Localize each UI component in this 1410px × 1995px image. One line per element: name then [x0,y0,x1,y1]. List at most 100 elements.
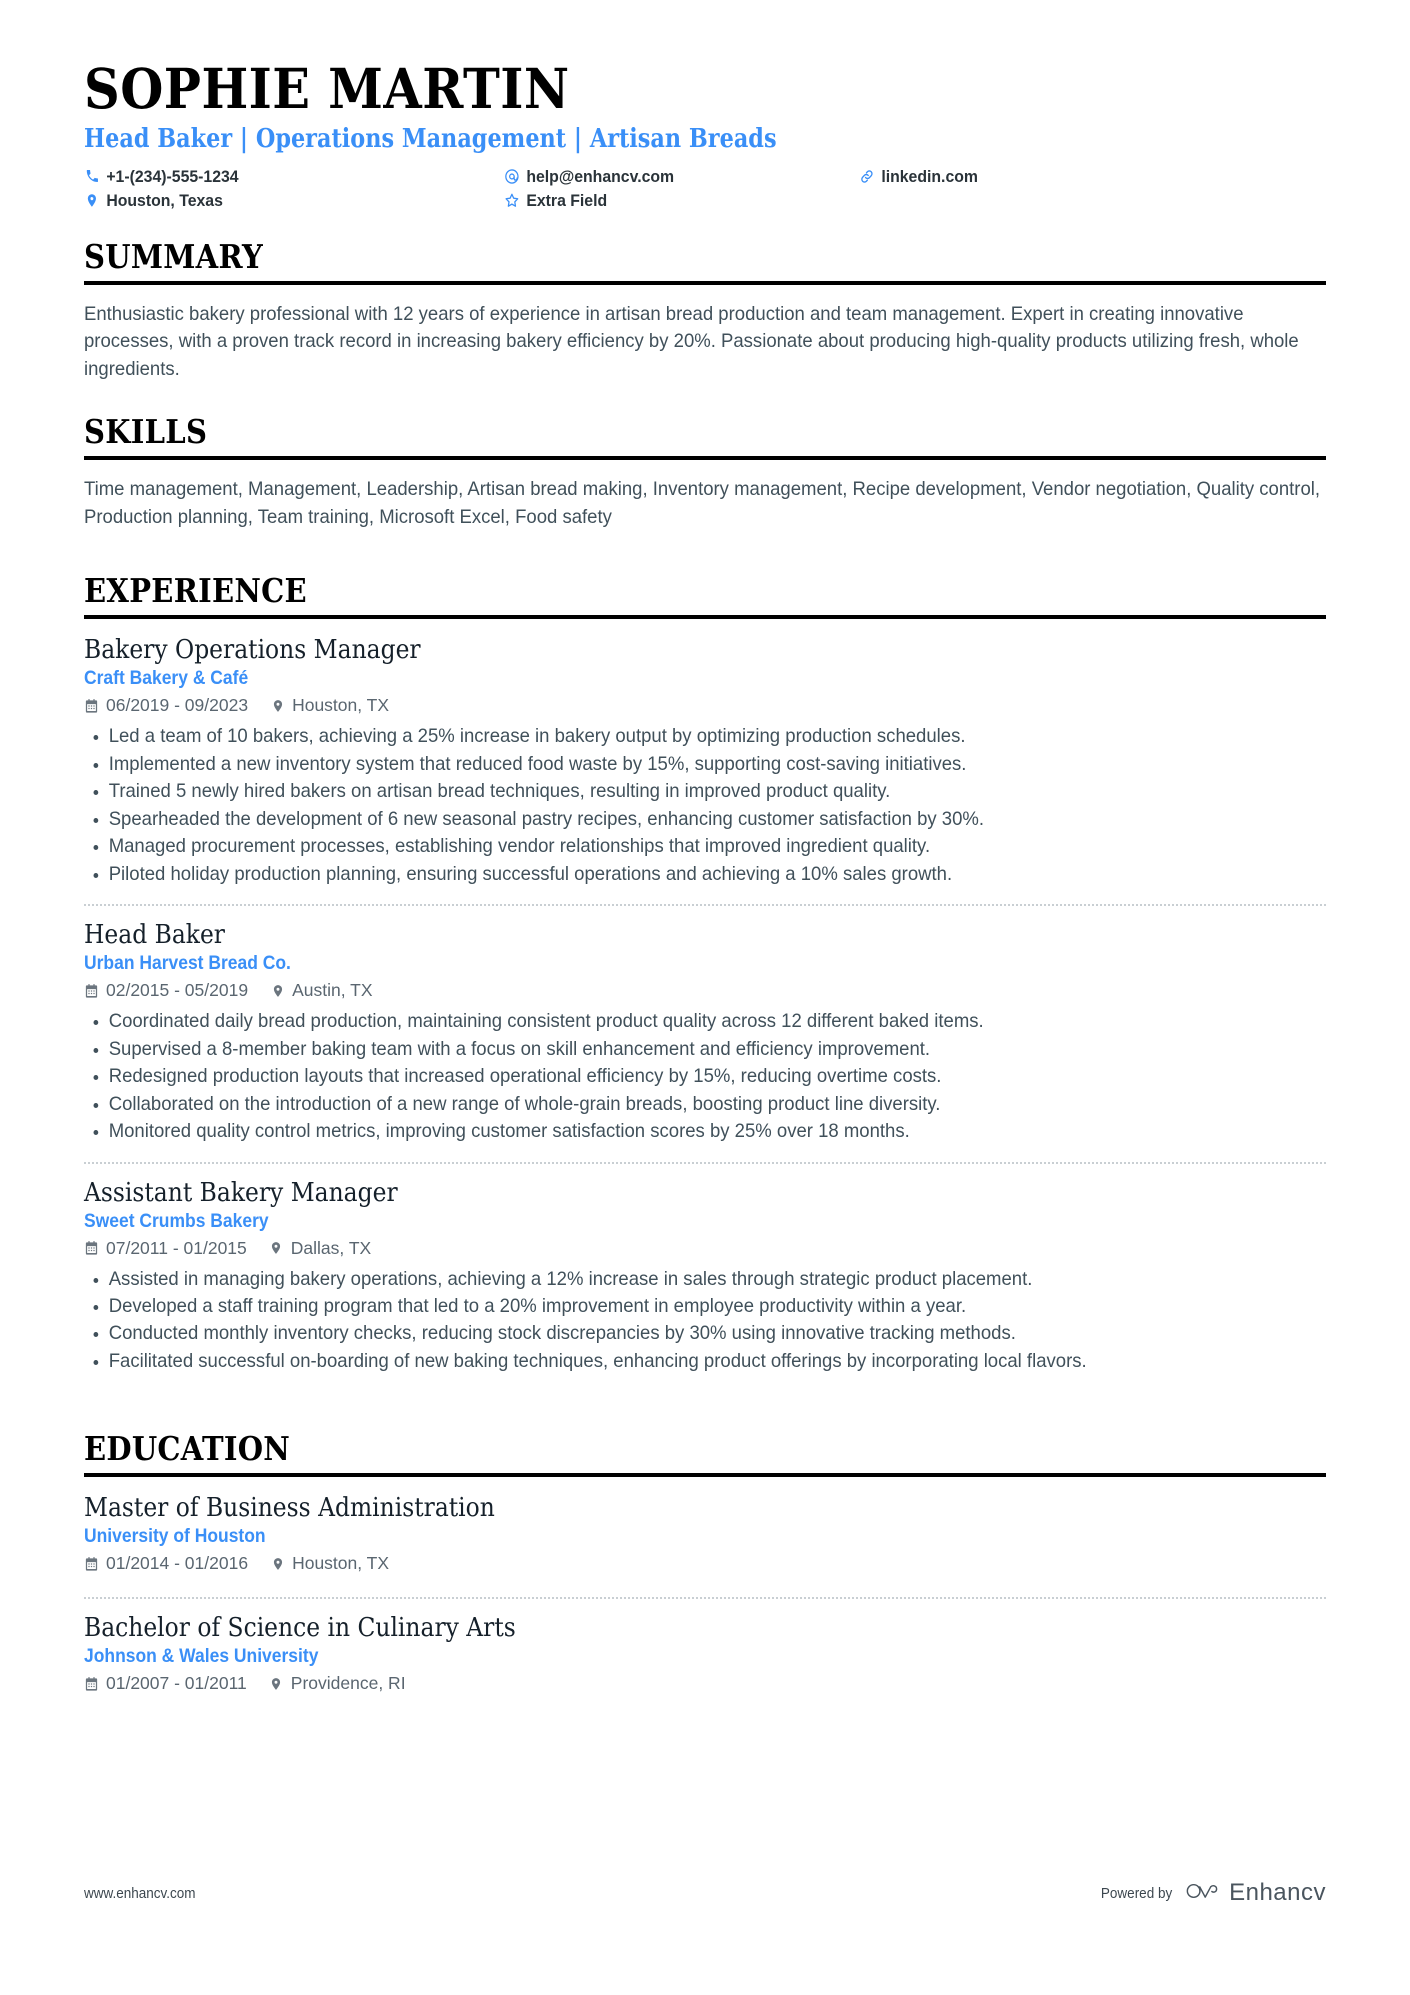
entry-bullet: Developed a staff training program that … [84,1293,1348,1320]
contact-email[interactable]: help@enhancv.com [504,168,834,185]
entry-bullet: Coordinated daily bread production, main… [84,1008,1348,1035]
entry-location: Dallas, TX [269,1238,371,1259]
entry-bullet: Led a team of 10 bakers, achieving a 25%… [84,723,1348,750]
entry-bullet: Conducted monthly inventory checks, redu… [84,1320,1348,1347]
experience-list: Bakery Operations Manager Craft Bakery & … [84,635,1326,1385]
education-list: Master of Business Administration Univers… [84,1493,1326,1711]
entry-bullet-list: Assisted in managing bakery operations, … [84,1266,1326,1376]
skills-text: Time management, Management, Leadership,… [84,477,1321,528]
link-icon [859,168,875,185]
entry-location: Houston, TX [270,1553,389,1574]
section-divider [84,1473,1326,1478]
calendar-icon [84,1240,99,1256]
entry-dates-text: 01/2007 - 01/2011 [106,1673,247,1694]
location-pin-icon [269,1676,284,1692]
entry-dates: 01/2007 - 01/2011 [84,1673,247,1694]
powered-by-label: Powered by [1100,1884,1173,1902]
experience-entry: Bakery Operations Manager Craft Bakery & … [84,635,1326,898]
entry-bullet: Supervised a 8-member baking team with a… [84,1036,1348,1063]
calendar-icon [84,698,99,714]
section-education: EDUCATION Master of Business Administrat… [84,1429,1326,1711]
enhancv-wordmark: Enhancv [1229,1879,1326,1906]
summary-text: Enthusiastic bakery professional with 12… [84,302,1299,381]
entry-dates: 07/2011 - 01/2015 [84,1238,247,1259]
entry-dates-text: 07/2011 - 01/2015 [106,1237,247,1258]
experience-entry-meta: 02/2015 - 05/2019 Austin, TX [84,980,1326,1001]
contact-extra-field[interactable]: Extra Field [504,192,834,209]
enhancv-mark-icon [1186,1880,1220,1907]
section-divider [84,615,1326,620]
contact-location[interactable]: Houston, Texas [84,192,475,209]
section-divider [84,455,1326,460]
entry-location-text: Providence, RI [290,1673,406,1694]
entry-location: Austin, TX [270,980,373,1001]
entry-bullet: Monitored quality control metrics, impro… [84,1118,1348,1145]
entry-bullet: Assisted in managing bakery operations, … [84,1266,1348,1293]
enhancv-logo: Enhancv [1186,1879,1326,1907]
entry-dates-text: 06/2019 - 09/2023 [106,695,249,716]
page-footer: www.enhancv.com Powered by Enhancv [84,1879,1326,1907]
entry-dates: 02/2015 - 05/2019 [84,980,248,1001]
entry-dates-text: 02/2015 - 05/2019 [106,980,249,1001]
entry-bullet: Managed procurement processes, establish… [84,833,1348,860]
entry-bullet: Facilitated successful on-boarding of ne… [84,1348,1348,1375]
contact-phone[interactable]: +1-(234)-555-1234 [84,168,475,185]
education-entry-organization[interactable]: University of Houston [84,1526,1227,1548]
experience-entry-title: Head Baker [84,920,225,951]
section-title-skills: SKILLS [84,411,208,451]
entry-location-text: Austin, TX [292,980,373,1001]
location-pin-icon [270,983,285,999]
footer-website-url[interactable]: www.enhancv.com [84,1885,196,1902]
contact-location-text: Houston, Texas [106,190,223,210]
location-pin-icon [270,698,285,714]
entry-location-text: Houston, TX [292,695,390,716]
education-entry-title: Master of Business Administration [84,1493,495,1524]
entry-dates: 06/2019 - 09/2023 [84,695,248,716]
contact-link[interactable]: linkedin.com [859,168,1293,185]
section-title-education: EDUCATION [84,1429,291,1469]
entry-bullet: Trained 5 newly hired bakers on artisan … [84,778,1348,805]
experience-entry-organization[interactable]: Urban Harvest Bread Co. [84,953,1227,975]
calendar-icon [84,1676,99,1692]
location-pin-icon [270,1556,285,1572]
star-icon [504,192,520,209]
experience-entry-organization[interactable]: Sweet Crumbs Bakery [84,1211,1227,1233]
entry-bullet: Implemented a new inventory system that … [84,751,1348,778]
entry-bullet-list: Coordinated daily bread production, main… [84,1008,1326,1145]
experience-entry-meta: 06/2019 - 09/2023 Houston, TX [84,695,1326,716]
email-icon [504,168,520,185]
location-icon [84,192,100,209]
experience-entry: Assistant Bakery Manager Sweet Crumbs Bak… [84,1161,1326,1386]
contact-link-text: linkedin.com [881,166,978,186]
experience-entry-title: Bakery Operations Manager [84,635,421,666]
entry-bullet: Spearheaded the development of 6 new sea… [84,806,1348,833]
education-entry-meta: 01/2014 - 01/2016 Houston, TX [84,1553,1326,1574]
location-pin-icon [269,1240,284,1256]
contact-phone-text: +1-(234)-555-1234 [106,166,239,186]
entry-bullet-list: Led a team of 10 bakers, achieving a 25%… [84,723,1326,888]
section-title-experience: EXPERIENCE [84,571,307,611]
entry-bullet: Redesigned production layouts that incre… [84,1063,1348,1090]
education-entry-title: Bachelor of Science in Culinary Arts [84,1613,516,1644]
contact-info: +1-(234)-555-1234 help@enhancv.com linke… [84,168,1326,209]
education-entry: Bachelor of Science in Culinary Arts John… [84,1597,1326,1711]
contact-email-text: help@enhancv.com [526,166,675,186]
entry-dates: 01/2014 - 01/2016 [84,1553,248,1574]
section-divider [84,280,1326,285]
section-summary: SUMMARY Enthusiastic bakery professional… [84,237,1326,384]
experience-entry-organization[interactable]: Craft Bakery & Café [84,668,1227,690]
phone-icon [84,168,100,185]
entry-location-text: Dallas, TX [290,1237,372,1258]
entry-location: Providence, RI [269,1673,406,1694]
education-entry-meta: 01/2007 - 01/2011 Providence, RI [84,1673,1326,1694]
resume-page: SOPHIE MARTIN Head Baker | Operations Ma… [0,0,1410,1995]
entry-bullet: Collaborated on the introduction of a ne… [84,1091,1348,1118]
candidate-headline: Head Baker | Operations Management | Art… [84,123,777,154]
section-title-summary: SUMMARY [84,236,263,276]
experience-entry-meta: 07/2011 - 01/2015 Dallas, TX [84,1238,1326,1259]
calendar-icon [84,1556,99,1572]
education-entry-organization[interactable]: Johnson & Wales University [84,1646,1227,1668]
entry-location-text: Houston, TX [292,1553,390,1574]
resume-header: SOPHIE MARTIN Head Baker | Operations Ma… [84,50,1326,209]
experience-entry: Head Baker Urban Harvest Bread Co. 02/2015… [84,904,1326,1155]
